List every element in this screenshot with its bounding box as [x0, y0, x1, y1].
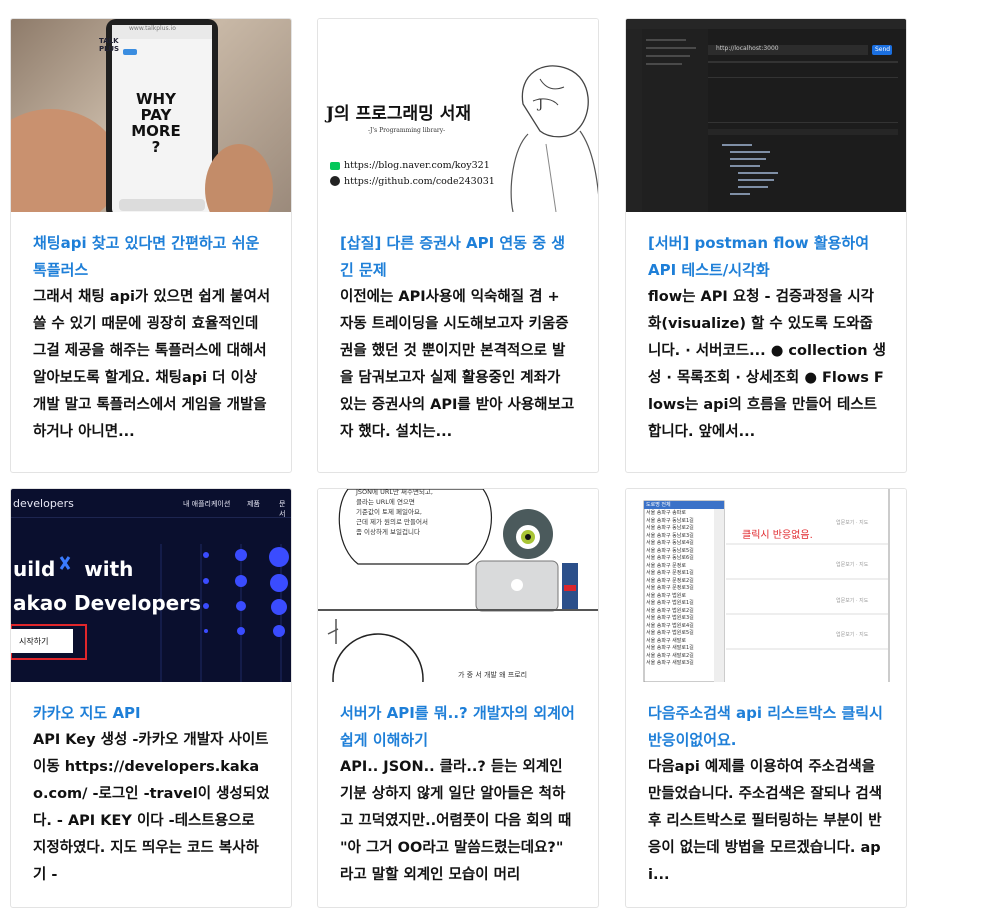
listbox-option: 서울 송파구 문정로3길: [646, 585, 694, 591]
listbox-option: 서울 송파구 법원로3길: [646, 615, 694, 621]
post-excerpt: 다음api 예제를 이용하여 주소검색을 만들었습니다. 주소검색은 잘되나 검…: [648, 759, 883, 883]
logo-bottom-text: PLUS: [99, 45, 120, 53]
nav-docs: 문서: [279, 500, 286, 518]
side-label: 업문보기 · 지도: [836, 520, 869, 526]
post-thumbnail[interactable]: JSON에 URL만 써주면되고, 클라는 URL에 연으면 기준값이 토제 페…: [318, 489, 598, 682]
card-body: 서버가 API를 뭐..? 개발자의 외계어 쉽게 이해하기 API.. JSO…: [318, 682, 598, 901]
post-thumbnail[interactable]: http://localhost:3000 Send: [626, 19, 906, 212]
listbox-option: 서울 송파구 문정로1길: [646, 570, 694, 576]
listbox-option: 서울 송파구 새말로3길: [646, 660, 694, 666]
post-title[interactable]: 다음주소검색 api 리스트박스 클릭시 반응이없어요.: [648, 700, 886, 754]
url-bar-text: www.talkplus.io: [129, 25, 176, 32]
side-label: 업문보기 · 지도: [836, 598, 869, 604]
post-card[interactable]: J의 프로그래밍 서재 -J's Programming library- J …: [317, 18, 599, 473]
post-excerpt: API.. JSON.. 클라..? 듣는 외계인 기분 상하지 않게 일단 알…: [340, 759, 572, 883]
post-card[interactable]: developers 내 애플리케이션 제품 문서 uild with akao…: [10, 488, 292, 908]
listbox-rows: 서울 송파구 송파로 서울 송파구 동남로1길 서울 송파구 동남로2길 서울 송파구…: [646, 510, 694, 668]
banner-word-with: with: [84, 557, 134, 581]
listbox-option: 서울 송파구 동남로1길: [646, 517, 694, 524]
start-button-text: 시작하기: [19, 637, 49, 646]
listbox-option: 서울 송파구 법원로4길: [646, 622, 694, 629]
listbox-option: 서울 송파구 새말로2길: [646, 652, 694, 659]
post-title[interactable]: [삽질] 다른 증권사 API 연동 중 생긴 문제: [340, 230, 578, 284]
post-title[interactable]: 서버가 API를 뭐..? 개발자의 외계어 쉽게 이해하기: [340, 700, 578, 754]
post-card[interactable]: http://localhost:3000 Send [서버] postman …: [625, 18, 907, 473]
cover-character-letter: J: [538, 97, 544, 112]
side-label: 업문보기 · 지도: [836, 632, 869, 638]
banner-word-build: uild: [13, 557, 56, 581]
cover-heading: J의 프로그래밍 서재: [326, 104, 472, 124]
cover-subheading: -J's Programming library-: [368, 127, 446, 134]
nav-products: 제품: [247, 500, 260, 508]
post-title[interactable]: 카카오 지도 API: [33, 700, 271, 727]
listbox-option: 서울 송파구 문정로2길: [646, 577, 694, 584]
side-label: 업문보기 · 지도: [836, 562, 869, 568]
card-body: 카카오 지도 API API Key 생성 -카카오 개발자 사이트 이동 ht…: [11, 682, 291, 901]
post-thumbnail[interactable]: 도로명 전체 서울 송파구 송파로 서울 송파구 동남로1길 서울 송파구 동남로2…: [626, 489, 906, 682]
post-card[interactable]: TALK PLUS www.talkplus.io WHY PAY MORE ?…: [10, 18, 292, 473]
cartoon-caption: 가 중 서 개발 왜 프로리: [458, 671, 528, 679]
listbox-header: 도로명 전체: [646, 502, 671, 508]
listbox-option: 서울 송파구 동남로4길: [646, 540, 694, 546]
send-button: Send: [875, 46, 891, 53]
post-excerpt: 이전에는 API사용에 익숙해질 겸 + 자동 트레이딩을 시도해보고자 키움증…: [340, 289, 575, 440]
post-excerpt: 그래서 채팅 api가 있으면 쉽게 붙여서 쓸 수 있기 때문에 굉장히 효율…: [33, 289, 271, 440]
card-body: 채팅api 찾고 있다면 간편하고 쉬운 톡플러스 그래서 채팅 api가 있으…: [11, 212, 291, 458]
request-url: http://localhost:3000: [716, 45, 779, 52]
brand-text: developers: [13, 497, 74, 510]
post-excerpt: API Key 생성 -카카오 개발자 사이트 이동 https://devel…: [33, 732, 270, 883]
listbox-option: 서울 송파구 동남로3길: [646, 532, 694, 539]
listbox-option: 서울 송파구 송파로: [646, 510, 686, 516]
listbox-option: 서울 송파구 동남로5길: [646, 547, 694, 554]
post-title[interactable]: [서버] postman flow 활용하여 API 테스트/시각화: [648, 230, 886, 284]
no-response-notice: 클릭시 반응없음.: [742, 530, 813, 541]
post-title[interactable]: 채팅api 찾고 있다면 간편하고 쉬운 톡플러스: [33, 230, 271, 284]
post-thumbnail[interactable]: TALK PLUS www.talkplus.io WHY PAY MORE ?: [11, 19, 291, 212]
card-body: [삽질] 다른 증권사 API 연동 중 생긴 문제 이전에는 API사용에 익…: [318, 212, 598, 458]
listbox-option: 서울 송파구 새말로: [646, 637, 686, 644]
listbox-option: 서울 송파구 동남로2길: [646, 525, 694, 531]
listbox-option: 서울 송파구 문정로: [646, 562, 686, 569]
post-thumbnail[interactable]: J의 프로그래밍 서재 -J's Programming library- J …: [318, 19, 598, 212]
card-body: [서버] postman flow 활용하여 API 테스트/시각화 flow는…: [626, 212, 906, 458]
listbox-option: 서울 송파구 동남로6길: [646, 555, 694, 561]
posts-grid: TALK PLUS www.talkplus.io WHY PAY MORE ?…: [0, 0, 1006, 908]
post-thumbnail[interactable]: developers 내 애플리케이션 제품 문서 uild with akao…: [11, 489, 291, 682]
listbox-option: 서울 송파구 법원로1길: [646, 600, 694, 606]
banner-line-2: akao Developers: [13, 591, 202, 615]
headline-text: WHY PAY MORE ?: [131, 90, 181, 156]
kakao-developers-banner: [11, 517, 291, 682]
talkplus-logo: TALK PLUS: [99, 37, 119, 53]
post-excerpt: flow는 API 요청 - 검증과정을 시각화(visualize) 할 수 …: [648, 289, 886, 440]
card-body: 다음주소검색 api 리스트박스 클릭시 반응이없어요. 다음api 예제를 이…: [626, 682, 906, 901]
post-card[interactable]: JSON에 URL만 써주면되고, 클라는 URL에 연으면 기준값이 토제 페…: [317, 488, 599, 908]
speech-bubble-text: JSON에 URL만 써주면되고, 클라는 URL에 연으면 기준값이 토제 페…: [356, 489, 433, 536]
listbox-option: 서울 송파구 법원로5길: [646, 630, 694, 636]
post-card[interactable]: 도로명 전체 서울 송파구 송파로 서울 송파구 동남로1길 서울 송파구 동남로2…: [625, 488, 907, 908]
logo-top-text: TALK: [99, 37, 119, 45]
listbox-option: 서울 송파구 법원로: [646, 592, 686, 599]
banner-line-1: uild with: [13, 557, 133, 581]
listbox-option: 서울 송파구 새말로1길: [646, 645, 694, 651]
blog-url: https://blog.naver.com/koy321: [344, 160, 490, 171]
nav-my-apps: 내 애플리케이션: [183, 500, 231, 508]
listbox-option: 서울 송파구 법원로2길: [646, 607, 694, 614]
github-url: https://github.com/code243031: [344, 176, 495, 187]
